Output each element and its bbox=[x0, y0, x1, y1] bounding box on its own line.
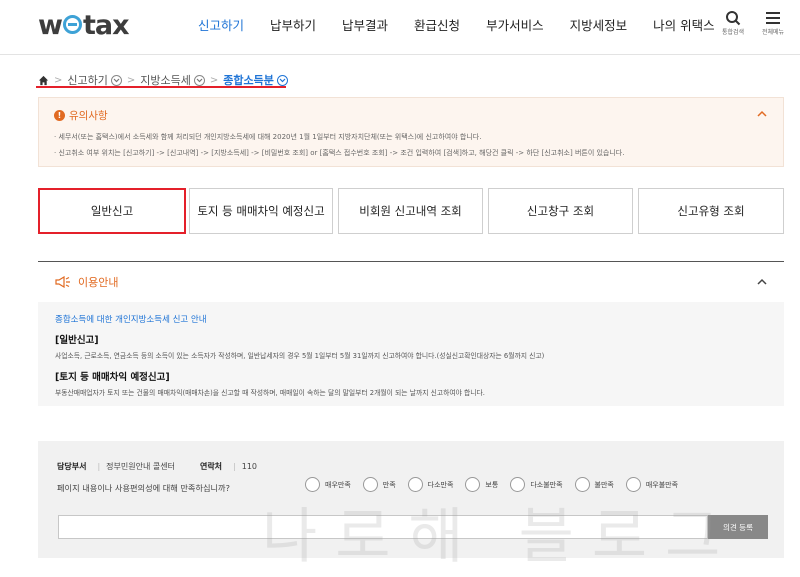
radio-very-dissatisfied[interactable]: 매우불만족 bbox=[625, 477, 679, 492]
main-nav: 신고하기 납부하기 납부결과 환급신청 부가서비스 지방세정보 나의 위택스 bbox=[185, 0, 728, 55]
pipe-divider: | bbox=[233, 462, 236, 471]
radio-circle[interactable] bbox=[465, 477, 481, 492]
opinion-submit-button[interactable]: 의견 등록 bbox=[708, 515, 768, 539]
radio-circle[interactable] bbox=[305, 477, 320, 492]
usage-title: 종합소득에 대한 개인지방소득세 신고 안내 bbox=[55, 315, 207, 325]
opinion-input[interactable] bbox=[58, 515, 708, 539]
usage-text: 부동산매매업자가 토지 또는 건물의 매매차익(매매차손)을 신고할 때 작성하… bbox=[55, 389, 485, 397]
menu-label: 전체메뉴 bbox=[761, 29, 785, 36]
search-icon bbox=[726, 11, 741, 26]
nav-pay-result[interactable]: 납부결과 bbox=[329, 0, 401, 55]
dept-value: 정부민원안내 콜센터 bbox=[106, 462, 175, 471]
radio-somewhat-dissatisfied[interactable]: 다소불만족 bbox=[510, 477, 563, 492]
notice-title: ! 유의사항 bbox=[54, 108, 108, 123]
radio-neutral[interactable]: 보통 bbox=[465, 477, 498, 492]
radio-somewhat-satisfied[interactable]: 다소만족 bbox=[407, 477, 454, 492]
usage-body: 종합소득에 대한 개인지방소득세 신고 안내 [일반신고] 사업소득, 근로소득… bbox=[38, 302, 784, 406]
chevron-down-icon bbox=[276, 74, 288, 86]
chevron-up-icon[interactable] bbox=[756, 108, 768, 120]
report-type-button[interactable]: 신고유형 조회 bbox=[638, 188, 784, 234]
logo-e-mark bbox=[62, 15, 82, 34]
report-options: 일반신고 토지 등 매매차익 예정신고 비회원 신고내역 조회 신고창구 조회 … bbox=[38, 188, 784, 234]
notice-title-text: 유의사항 bbox=[69, 110, 108, 122]
radio-circle[interactable] bbox=[574, 477, 590, 492]
radio-label: 보통 bbox=[485, 480, 499, 489]
site-header: w tax 신고하기 납부하기 납부결과 환급신청 부가서비스 지방세정보 나의 … bbox=[0, 0, 800, 55]
report-office-button[interactable]: 신고창구 조회 bbox=[488, 188, 633, 234]
chevron-down-icon bbox=[193, 74, 205, 86]
general-report-button[interactable]: 일반신고 bbox=[38, 188, 186, 234]
land-trade-report-button[interactable]: 토지 등 매매차익 예정신고 bbox=[189, 188, 333, 234]
chevron-down-icon bbox=[110, 74, 122, 86]
contact-value: 110 bbox=[241, 462, 258, 471]
radio-circle[interactable] bbox=[625, 477, 641, 492]
radio-circle[interactable] bbox=[362, 477, 378, 492]
feedback-section: 담당부서 | 정부민원안내 콜센터 연락처 | 110 페이지 내용이나 사용편의성에 … bbox=[38, 441, 784, 558]
nav-refund[interactable]: 환급신청 bbox=[401, 0, 473, 55]
usage-text: 사업소득, 근로소득, 연금소득 등의 소득이 있는 소득자가 작성하며, 일반… bbox=[55, 352, 545, 360]
radio-circle[interactable] bbox=[510, 477, 526, 492]
usage-heading: 이용안내 bbox=[55, 274, 118, 290]
pipe-divider: | bbox=[97, 462, 101, 471]
contact-label: 연락처 bbox=[199, 462, 223, 471]
megaphone-icon bbox=[55, 276, 70, 288]
notice-box: ! 유의사항 · 세무서(또는 홈택스)에서 소득세와 함께 처리되던 개인지방소… bbox=[38, 97, 784, 167]
home-icon[interactable] bbox=[38, 75, 49, 86]
satisfaction-options: 매우만족 만족 다소만족 보통 다소불만족 불만족 매우불만족 bbox=[305, 477, 690, 492]
nav-extra-service[interactable]: 부가서비스 bbox=[473, 0, 557, 55]
radio-label: 매우만족 bbox=[325, 480, 351, 489]
nav-pay[interactable]: 납부하기 bbox=[257, 0, 329, 55]
nav-local-tax-info[interactable]: 지방세정보 bbox=[557, 0, 641, 55]
usage-subheading: [일반신고] bbox=[55, 335, 99, 346]
breadcrumb-separator: > bbox=[126, 74, 136, 86]
radio-dissatisfied[interactable]: 불만족 bbox=[574, 477, 614, 492]
radio-circle[interactable] bbox=[407, 477, 423, 492]
satisfaction-question: 페이지 내용이나 사용편의성에 대해 만족하십니까? bbox=[57, 483, 230, 493]
radio-label: 만족 bbox=[382, 480, 396, 489]
radio-label: 불만족 bbox=[594, 480, 614, 489]
nonmember-history-button[interactable]: 비회원 신고내역 조회 bbox=[338, 188, 483, 234]
radio-label: 다소불만족 bbox=[530, 480, 563, 489]
radio-very-satisfied[interactable]: 매우만족 bbox=[305, 477, 351, 492]
warning-icon: ! bbox=[54, 110, 65, 121]
chevron-up-icon[interactable] bbox=[756, 276, 768, 288]
search-label: 통합검색 bbox=[721, 29, 745, 36]
usage-subheading: [토지 등 매매차익 예정신고] bbox=[55, 372, 170, 383]
usage-heading-text: 이용안내 bbox=[78, 276, 119, 289]
wetax-logo[interactable]: w tax bbox=[38, 10, 129, 41]
section-divider bbox=[38, 261, 784, 262]
department-info: 담당부서 | 정부민원안내 콜센터 연락처 | 110 bbox=[57, 461, 257, 472]
hamburger-icon bbox=[766, 12, 780, 24]
breadcrumb-separator: > bbox=[54, 74, 63, 86]
nav-report[interactable]: 신고하기 bbox=[185, 0, 257, 55]
radio-label: 다소만족 bbox=[427, 480, 454, 489]
radio-satisfied[interactable]: 만족 bbox=[362, 477, 396, 492]
radio-label: 매우불만족 bbox=[645, 480, 679, 489]
breadcrumb-highlight bbox=[36, 86, 286, 88]
dept-label: 담당부서 bbox=[57, 462, 87, 471]
notice-line: · 신고취소 여부 위치는 [신고하기] -> [신고내역] -> [지방소득세… bbox=[54, 149, 625, 157]
breadcrumb-separator: > bbox=[209, 74, 219, 86]
search-button[interactable]: 통합검색 bbox=[713, 10, 753, 36]
notice-line: · 세무서(또는 홈택스)에서 소득세와 함께 처리되던 개인지방소득세에 대해… bbox=[54, 133, 482, 141]
menu-button[interactable]: 전체메뉴 bbox=[753, 10, 793, 36]
